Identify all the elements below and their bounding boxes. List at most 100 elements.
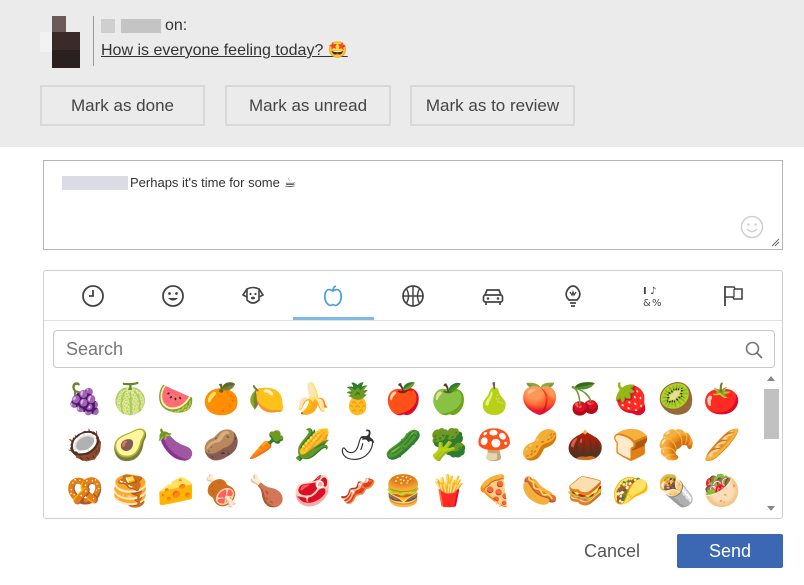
author-line: on:	[101, 17, 187, 35]
emoji-category-tabs: I ♪ &%	[44, 271, 782, 321]
emoji-button[interactable]: 🥥	[62, 429, 108, 463]
author-suffix: on:	[165, 17, 188, 34]
emoji-button[interactable]: 🍖	[199, 475, 245, 509]
car-icon	[482, 289, 504, 305]
svg-text:%: %	[652, 298, 662, 309]
emoji-button[interactable]: 🥪	[563, 475, 609, 509]
emoji-row: 🍇 🍈 🍉 🍊 🍋 🍌 🍍 🍎 🍏 🍐 🍑 🍒 🍓 🥝 🍅	[62, 377, 752, 423]
emoji-button[interactable]: 🍔	[381, 475, 427, 509]
tab-animals[interactable]	[213, 271, 293, 321]
send-button[interactable]: Send	[677, 534, 783, 568]
emoji-button[interactable]: 🍞	[608, 429, 654, 463]
scroll-thumb[interactable]	[764, 389, 779, 439]
redacted-mention	[62, 175, 128, 190]
emoji-button[interactable]: 🌽	[290, 429, 336, 463]
emoji-button[interactable]: 🍍	[335, 383, 381, 417]
basketball-icon	[402, 285, 424, 307]
apple-icon	[323, 285, 343, 307]
active-tab-indicator	[293, 317, 374, 320]
emoji-button[interactable]: 🥝	[654, 383, 700, 417]
emoji-button[interactable]: 🌶	[335, 429, 381, 463]
svg-text:&: &	[643, 298, 651, 309]
emoji-button[interactable]: 🌭	[517, 475, 563, 509]
emoji-button[interactable]: 🍓	[608, 383, 654, 417]
emoji-button[interactable]: 🥙	[699, 475, 745, 509]
emoji-button[interactable]: 🥑	[108, 429, 154, 463]
emoji-button[interactable]: 🥖	[699, 429, 745, 463]
emoji-button[interactable]: 🍟	[426, 475, 472, 509]
emoji-button[interactable]: 🌮	[608, 475, 654, 509]
tab-food[interactable]	[293, 271, 373, 321]
lightbulb-icon	[565, 285, 581, 307]
tab-symbols[interactable]: I ♪ &%	[613, 271, 693, 321]
emoji-button[interactable]: 🍅	[699, 383, 745, 417]
emoji-button[interactable]: 🍒	[563, 383, 609, 417]
emoji-button[interactable]: 🌰	[563, 429, 609, 463]
emoji-scrollbar[interactable]	[762, 369, 782, 518]
thread-link[interactable]: How is everyone feeling today? 🤩	[101, 40, 348, 60]
tab-recent[interactable]	[53, 271, 133, 321]
emoji-picker-icon[interactable]	[740, 215, 764, 239]
mark-as-done-button[interactable]: Mark as done	[40, 85, 205, 126]
emoji-button[interactable]: 🍇	[62, 383, 108, 417]
redacted-name	[121, 18, 161, 33]
tab-travel[interactable]	[453, 271, 533, 321]
emoji-button[interactable]: 🥔	[199, 429, 245, 463]
emoji-button[interactable]: 🍊	[199, 383, 245, 417]
emoji-button[interactable]: 🧀	[153, 475, 199, 509]
smiley-icon	[162, 285, 184, 307]
emoji-button[interactable]: 🍗	[244, 475, 290, 509]
emoji-button[interactable]: 🥨	[62, 475, 108, 509]
emoji-button[interactable]: 🍎	[381, 383, 427, 417]
mark-as-to-review-button[interactable]: Mark as to review	[410, 85, 575, 126]
emoji-button[interactable]: 🍋	[244, 383, 290, 417]
emoji-button[interactable]: 🌯	[654, 475, 700, 509]
emoji-button[interactable]: 🥒	[381, 429, 427, 463]
cancel-button[interactable]: Cancel	[566, 534, 658, 568]
divider	[93, 16, 94, 66]
svg-text:I: I	[643, 286, 647, 297]
emoji-button[interactable]: 🥓	[335, 475, 381, 509]
emoji-button[interactable]: 🍈	[108, 383, 154, 417]
tab-flags[interactable]	[693, 271, 773, 321]
emoji-search	[53, 330, 775, 368]
composer-text: Perhaps it's time for some	[130, 175, 280, 190]
tab-smileys[interactable]	[133, 271, 213, 321]
emoji-button[interactable]: 🥕	[244, 429, 290, 463]
emoji-row: 🥥 🥑 🍆 🥔 🥕 🌽 🌶 🥒 🥦 🍄 🥜 🌰 🍞 🥐 🥖	[62, 423, 752, 469]
emoji-button[interactable]: 🍕	[472, 475, 518, 509]
emoji-button[interactable]: 🍌	[290, 383, 336, 417]
flag-icon	[724, 286, 743, 306]
symbols-icon: I ♪&%	[643, 286, 662, 309]
emoji-button[interactable]: 🥐	[654, 429, 700, 463]
emoji-search-input[interactable]	[54, 331, 734, 367]
emoji-button[interactable]: 🍑	[517, 383, 563, 417]
mark-as-unread-button[interactable]: Mark as unread	[225, 85, 391, 126]
notification-header: on: How is everyone feeling today? 🤩 Mar…	[0, 0, 804, 147]
emoji-button[interactable]: 🥞	[108, 475, 154, 509]
emoji-grid: 🍇 🍈 🍉 🍊 🍋 🍌 🍍 🍎 🍏 🍐 🍑 🍒 🍓 🥝 🍅 🥥 🥑 🍆 🥔 🥕 🌽 🌶 🥒 🥦 🍄 🥜 🌰 🍞 🥐 🥖 🥨 🥞 🧀 🍖 🍗 🥩 🥓 🍔…	[62, 377, 752, 515]
dog-icon	[241, 286, 265, 304]
emoji-button[interactable]: 🥩	[290, 475, 336, 509]
message-composer[interactable]: Perhaps it's time for some ☕	[43, 160, 783, 250]
resize-grip-icon[interactable]	[771, 238, 780, 247]
emoji-button[interactable]: 🥜	[517, 429, 563, 463]
tab-objects[interactable]	[533, 271, 613, 321]
tab-activities[interactable]	[373, 271, 453, 321]
emoji-button[interactable]: 🍐	[472, 383, 518, 417]
search-icon	[745, 341, 763, 359]
emoji-button[interactable]: 🥦	[426, 429, 472, 463]
coffee-emoji: ☕	[283, 174, 297, 190]
avatar	[40, 16, 82, 68]
emoji-button[interactable]: 🍏	[426, 383, 472, 417]
svg-text:♪: ♪	[650, 286, 656, 297]
composer-content: Perhaps it's time for some ☕	[62, 174, 296, 191]
emoji-button[interactable]: 🍆	[153, 429, 199, 463]
emoji-button[interactable]: 🍉	[153, 383, 199, 417]
clock-icon	[82, 285, 104, 307]
scroll-up-icon[interactable]	[767, 376, 775, 381]
emoji-button[interactable]: 🍄	[472, 429, 518, 463]
redacted-name	[101, 18, 115, 33]
emoji-row: 🥨 🥞 🧀 🍖 🍗 🥩 🥓 🍔 🍟 🍕 🌭 🥪 🌮 🌯 🥙	[62, 469, 752, 515]
scroll-down-icon[interactable]	[767, 506, 775, 511]
